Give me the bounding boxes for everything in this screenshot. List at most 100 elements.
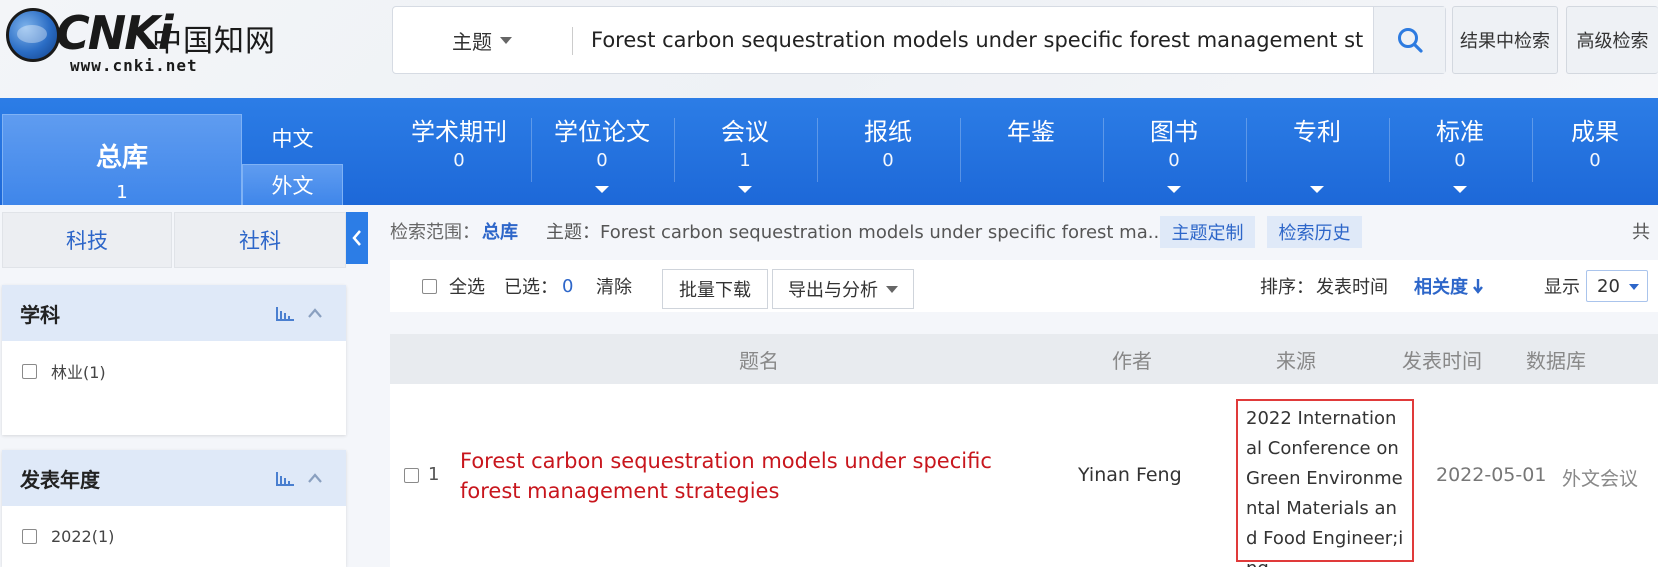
page-size-value: 20 [1597,275,1620,297]
tab-label: 成果 [1571,118,1619,146]
result-title-link[interactable]: Forest carbon sequestration models under… [460,446,1020,506]
tab-label: 图书 [1150,118,1198,146]
search-scope-breadcrumb: 检索范围： 总库 主题：Forest carbon sequestration … [390,214,1165,248]
cnki-logo[interactable]: CNKi 中国知网 www.cnki.net [6,6,276,75]
caret-down-icon [1629,284,1639,290]
tab-theses[interactable]: 学位论文 0 [531,116,673,200]
subject-filter-header: 学科 [2,285,346,341]
caret-down-icon [738,186,752,193]
tab-count: 0 [596,150,608,171]
sort-by-date[interactable]: 发表时间 [1316,260,1388,312]
query-summary: 主题：Forest carbon sequestration models un… [546,222,1165,243]
tab-count: 0 [1168,150,1180,171]
checkbox[interactable] [422,278,437,294]
collapse-sidebar-button[interactable] [346,212,368,264]
tab-yearbooks[interactable]: 年鉴 [960,116,1102,200]
tab-social-science[interactable]: 社科 [174,212,346,268]
filter-item-label: 2022(1) [51,526,115,546]
tab-count: 1 [739,150,751,171]
tab-foreign[interactable]: 外文 [242,164,343,205]
caret-down-icon [595,186,609,193]
tab-all-library[interactable]: 总库 1 [2,114,242,205]
tab-conference[interactable]: 会议 1 [674,116,816,200]
tab-label: 学位论文 [554,118,650,146]
scope-label: 检索范围： [390,222,480,243]
tab-label: 会议 [721,118,769,146]
year-filter-panel: 发表年度 2022(1) [2,450,346,567]
selected-label: 已选： [504,277,558,298]
export-analysis-dropdown[interactable]: 导出与分析 [772,269,914,309]
page-size-select[interactable]: 20 [1586,270,1648,302]
chevron-up-icon[interactable] [307,307,323,319]
search-button[interactable] [1373,7,1445,73]
chevron-up-icon[interactable] [307,472,323,484]
tab-achievements[interactable]: 成果 0 [1532,116,1658,200]
tab-count: 0 [1454,150,1466,171]
tab-books[interactable]: 图书 0 [1103,116,1245,200]
result-source[interactable]: 2022 International Conference on Green E… [1236,399,1414,567]
column-database[interactable]: 数据库 [1526,334,1586,384]
table-row: 1 Forest carbon sequestration models und… [390,384,1658,567]
checkbox[interactable] [22,363,37,379]
tab-count: 0 [453,150,465,171]
tab-label: 专利 [1293,118,1341,146]
column-source[interactable]: 来源 [1276,334,1316,384]
theme-custom-button[interactable]: 主题定制 [1160,216,1255,248]
tab-label: 报纸 [864,118,912,146]
tab-science-tech[interactable]: 科技 [2,212,172,268]
selected-count: 已选： 0 [504,260,573,312]
caret-down-icon [1453,186,1467,193]
batch-download-button[interactable]: 批量下载 [662,269,768,309]
logo-cn: 中国知网 [152,24,276,59]
search-type-dropdown[interactable]: 主题 [393,7,571,73]
caret-down-icon [1167,186,1181,193]
search-in-results-button[interactable]: 结果中检索 [1452,6,1558,74]
result-date: 2022-05-01 [1436,464,1547,486]
year-filter-title: 发表年度 [20,467,100,492]
select-all[interactable]: 全选 [422,260,485,312]
filter-item[interactable]: 林业(1) [2,341,346,401]
bar-chart-icon[interactable] [276,307,294,321]
result-database: 外文会议 [1562,468,1639,490]
export-analysis-label: 导出与分析 [788,280,878,301]
result-author[interactable]: Yinan Feng [1078,464,1182,486]
search-history-button[interactable]: 检索历史 [1267,216,1362,248]
sort-by-relevance[interactable]: 相关度 [1414,260,1484,312]
caret-down-icon [1310,186,1324,193]
checkbox[interactable] [22,528,37,544]
tab-patents[interactable]: 专利 [1246,116,1388,200]
search-input[interactable] [591,7,1365,73]
search-box: 主题 [392,6,1446,74]
bar-chart-icon[interactable] [276,472,294,486]
caret-down-icon [500,36,512,44]
tab-label: 年鉴 [1007,118,1055,146]
clear-button[interactable]: 清除 [596,260,632,312]
divider [572,27,573,55]
column-title[interactable]: 题名 [739,334,779,384]
advanced-search-button[interactable]: 高级检索 [1566,6,1658,74]
sort-relevance-label: 相关度 [1414,277,1468,298]
globe-icon [6,8,60,62]
tab-journals[interactable]: 学术期刊 0 [388,116,530,200]
subject-filter-panel: 学科 林业(1) [2,285,346,435]
total-prefix: 共 [1632,222,1650,243]
tab-count: 0 [1589,150,1601,171]
tab-newspapers[interactable]: 报纸 0 [817,116,959,200]
column-date[interactable]: 发表时间 [1402,334,1482,384]
tab-chinese[interactable]: 中文 [242,114,343,162]
row-checkbox[interactable] [404,468,419,483]
column-author[interactable]: 作者 [1112,334,1152,384]
arrow-down-icon [1473,279,1483,294]
row-number: 1 [428,464,440,485]
display-label: 显示 [1544,277,1580,298]
subject-filter-title: 学科 [20,302,60,327]
tab-standards[interactable]: 标准 0 [1389,116,1531,200]
scope-value[interactable]: 总库 [482,218,518,244]
logo-url: www.cnki.net [70,56,198,75]
filter-item-label: 林业(1) [51,363,106,382]
selected-count-value: 0 [562,275,574,297]
search-type-label: 主题 [452,29,492,54]
select-all-label: 全选 [449,277,485,298]
chevron-left-icon [352,230,361,246]
filter-item[interactable]: 2022(1) [2,506,346,566]
